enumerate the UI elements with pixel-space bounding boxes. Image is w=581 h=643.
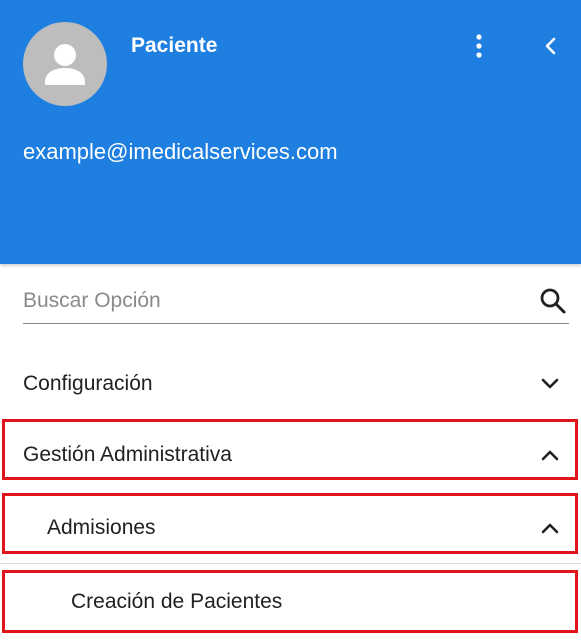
- submenu-item-admisiones[interactable]: Admisiones: [0, 497, 581, 559]
- user-name: Paciente: [131, 34, 218, 57]
- avatar: [23, 22, 107, 106]
- search-input[interactable]: [23, 284, 523, 318]
- chevron-up-icon: [541, 523, 559, 534]
- menu-item-label: Gestión Administrativa: [23, 443, 232, 466]
- person-icon: [45, 44, 85, 85]
- submenu-item-creacion-de-pacientes[interactable]: Creación de Pacientes: [0, 571, 581, 633]
- divider: [0, 563, 581, 564]
- menu-item-label: Creación de Pacientes: [71, 590, 283, 613]
- more-options-button[interactable]: [466, 30, 492, 62]
- chevron-down-icon: [541, 378, 559, 389]
- collapse-drawer-button[interactable]: [538, 30, 564, 62]
- menu-item-label: Configuración: [23, 372, 153, 395]
- search-icon: [540, 288, 566, 314]
- chevron-left-icon: [545, 37, 556, 55]
- menu-item-label: Admisiones: [47, 516, 156, 539]
- more-vert-icon: [476, 34, 482, 58]
- search-button[interactable]: [538, 286, 568, 316]
- search-bar: [23, 278, 569, 324]
- menu-item-configuracion[interactable]: Configuración: [0, 353, 581, 415]
- user-email: example@imedicalservices.com: [23, 139, 338, 164]
- menu-item-gestion-administrativa[interactable]: Gestión Administrativa: [0, 424, 581, 486]
- drawer-header: Paciente example@imedicalservices.com: [0, 0, 581, 264]
- chevron-up-icon: [541, 450, 559, 461]
